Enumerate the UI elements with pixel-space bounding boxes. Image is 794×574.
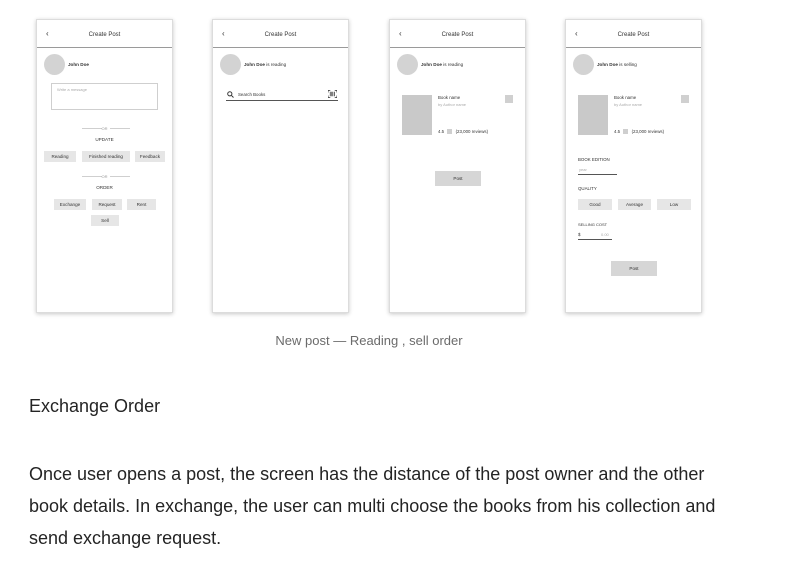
screen-header: ‹ Create Post bbox=[213, 20, 348, 48]
selling-cost-input[interactable]: $ 0.00 bbox=[578, 231, 612, 240]
screen-header: ‹ Create Post bbox=[390, 20, 525, 48]
star-icon bbox=[623, 129, 629, 134]
finished-reading-button[interactable]: Finished reading bbox=[82, 151, 130, 162]
figure-caption: New post — Reading , sell order bbox=[275, 333, 463, 348]
post-button[interactable]: Post bbox=[611, 261, 657, 276]
rent-button[interactable]: Rent bbox=[127, 199, 156, 210]
request-button[interactable]: Request bbox=[92, 199, 122, 210]
message-input[interactable]: Write a message bbox=[51, 83, 158, 110]
star-icon bbox=[447, 129, 453, 134]
quality-average-button[interactable]: Average bbox=[618, 199, 651, 210]
search-placeholder: Search Books bbox=[238, 92, 266, 97]
feedback-button[interactable]: Feedback bbox=[135, 151, 165, 162]
sell-button[interactable]: Sell bbox=[91, 215, 119, 226]
user-status: John Doe is reading bbox=[244, 62, 287, 67]
avatar bbox=[220, 54, 241, 75]
reading-button[interactable]: Reading bbox=[44, 151, 76, 162]
post-button[interactable]: Post bbox=[435, 171, 481, 186]
or-label: OR bbox=[101, 174, 108, 179]
quality-good-button[interactable]: Good bbox=[578, 199, 612, 210]
or-label: OR bbox=[101, 126, 108, 131]
currency-symbol: $ bbox=[578, 232, 581, 237]
screen-create-post-options: ‹ Create Post John Doe Write a message O… bbox=[36, 19, 173, 313]
book-author: by Author name bbox=[438, 102, 467, 107]
search-input[interactable]: Search Books bbox=[226, 89, 338, 101]
screen-book-selling: ‹ Create Post John Doe is selling Book n… bbox=[565, 19, 702, 313]
select-checkbox[interactable] bbox=[681, 95, 689, 103]
book-rating: 4.5 (23,000 reviews) bbox=[438, 129, 489, 134]
select-checkbox[interactable] bbox=[505, 95, 513, 103]
screen-search-books: ‹ Create Post John Doe is reading Search… bbox=[212, 19, 349, 313]
quality-low-button[interactable]: Low bbox=[657, 199, 691, 210]
book-cover bbox=[578, 95, 608, 135]
edition-label: BOOK EDITION bbox=[578, 157, 610, 162]
avatar bbox=[397, 54, 418, 75]
book-rating: 4.5 (23,000 reviews) bbox=[614, 129, 665, 134]
exchange-button[interactable]: Exchange bbox=[54, 199, 86, 210]
book-name: Book name bbox=[614, 95, 637, 100]
cost-placeholder: 0.00 bbox=[601, 232, 609, 237]
body-paragraph: Once user opens a post, the screen has t… bbox=[29, 464, 716, 548]
user-status: John Doe is selling bbox=[597, 62, 637, 67]
screen-title: Create Post bbox=[617, 32, 650, 38]
barcode-scan-icon[interactable] bbox=[328, 90, 337, 98]
screen-title: Create Post bbox=[264, 32, 297, 38]
user-status: John Doe is reading bbox=[421, 62, 464, 67]
message-placeholder: Write a message bbox=[57, 87, 87, 92]
book-author: by Author name bbox=[614, 102, 643, 107]
screen-header: ‹ Create Post bbox=[566, 20, 701, 48]
screen-title: Create Post bbox=[88, 32, 121, 38]
avatar bbox=[44, 54, 65, 75]
avatar bbox=[573, 54, 594, 75]
edition-input[interactable]: year bbox=[578, 166, 617, 175]
screen-title: Create Post bbox=[441, 32, 474, 38]
search-icon bbox=[227, 91, 234, 98]
section-heading: Exchange Order bbox=[29, 396, 161, 416]
user-name: John Doe bbox=[68, 62, 89, 67]
book-name: Book name bbox=[438, 95, 461, 100]
order-label: ORDER bbox=[96, 185, 113, 190]
update-label: UPDATE bbox=[95, 137, 114, 142]
edition-placeholder: year bbox=[579, 167, 587, 172]
book-cover bbox=[402, 95, 432, 135]
selling-cost-label: SELLING COST bbox=[578, 222, 608, 227]
screen-book-reading: ‹ Create Post John Doe is reading Book n… bbox=[389, 19, 526, 313]
quality-label: QUALITY bbox=[578, 186, 597, 191]
screen-header: ‹ Create Post bbox=[37, 20, 172, 48]
